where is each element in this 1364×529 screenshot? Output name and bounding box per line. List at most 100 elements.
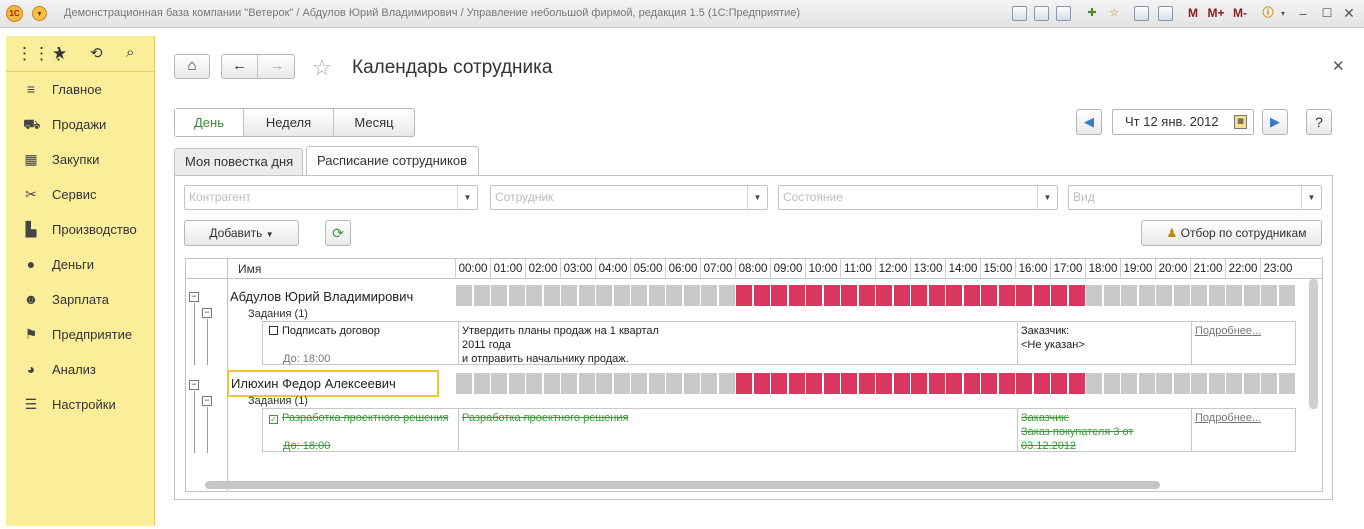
time-slot[interactable]	[771, 285, 787, 306]
time-slot[interactable]	[491, 373, 507, 394]
chevron-down-icon[interactable]: ▼	[1037, 186, 1057, 209]
help-button[interactable]: ?	[1306, 109, 1332, 135]
calculator-icon[interactable]	[1134, 6, 1149, 21]
time-slot[interactable]	[1278, 285, 1295, 306]
time-slot[interactable]	[823, 373, 840, 394]
time-slot[interactable]	[561, 373, 577, 394]
time-slot[interactable]	[806, 285, 822, 306]
sidebar-item-production[interactable]: ▙ Производство	[6, 212, 154, 247]
time-slot[interactable]	[1051, 285, 1067, 306]
time-slot[interactable]	[666, 285, 682, 306]
tab-my-agenda[interactable]: Моя повестка дня	[174, 148, 303, 176]
time-slot[interactable]	[1121, 285, 1137, 306]
time-slot[interactable]	[963, 285, 980, 306]
time-slot[interactable]	[911, 285, 927, 306]
form-close-icon[interactable]: ✕	[1332, 57, 1345, 75]
counterparty-filter[interactable]: Контрагент ▼	[184, 185, 478, 210]
time-slot[interactable]	[893, 285, 910, 306]
task-card-2[interactable]: ✓ Разработка проектного решения До: 18:00…	[262, 408, 1296, 452]
forward-button[interactable]: →	[259, 55, 295, 78]
chevron-down-icon[interactable]: ▼	[747, 186, 767, 209]
chevron-down-icon[interactable]: ▼	[1301, 186, 1321, 209]
time-slot[interactable]	[613, 373, 630, 394]
add-button[interactable]: Добавить ▼	[184, 220, 299, 246]
vertical-scrollbar[interactable]	[1309, 279, 1318, 409]
time-slot[interactable]	[456, 373, 472, 394]
period-day-button[interactable]: День	[175, 109, 244, 136]
favorites-star-icon[interactable]: ★	[52, 44, 67, 64]
sidebar-item-purchases[interactable]: ▦ Закупки	[6, 142, 154, 177]
time-slot[interactable]	[648, 373, 665, 394]
time-slot[interactable]	[1103, 373, 1120, 394]
save-icon[interactable]	[1012, 6, 1027, 21]
time-slot[interactable]	[1191, 285, 1207, 306]
time-slot[interactable]	[1156, 373, 1172, 394]
filter-by-employees-button[interactable]: ♟ Отбор по сотрудникам	[1141, 220, 1322, 246]
time-slot[interactable]	[736, 285, 752, 306]
task-card-1[interactable]: Подписать договор До: 18:00 Утвердить пл…	[262, 321, 1296, 365]
time-slot[interactable]	[508, 285, 525, 306]
period-month-button[interactable]: Месяц	[334, 109, 414, 136]
sidebar-item-analysis[interactable]: ◕ Анализ	[6, 352, 154, 387]
time-slot[interactable]	[596, 373, 612, 394]
employee-name-2[interactable]: Илюхин Федор Алексеевич	[227, 370, 439, 397]
collapse-tasks-1-icon[interactable]: −	[202, 308, 212, 318]
time-slot[interactable]	[666, 373, 682, 394]
time-slot[interactable]	[1121, 373, 1137, 394]
kind-filter[interactable]: Вид ▼	[1068, 185, 1322, 210]
time-slot[interactable]	[1086, 285, 1102, 306]
date-field[interactable]: Чт 12 янв. 2012 ▦	[1112, 109, 1254, 135]
time-slot[interactable]	[788, 285, 805, 306]
time-slot[interactable]	[1086, 373, 1102, 394]
time-slot[interactable]	[841, 285, 857, 306]
sidebar-item-settings[interactable]: ☰ Настройки	[6, 387, 154, 422]
time-slot[interactable]	[998, 373, 1015, 394]
memory-m-button[interactable]: M	[1186, 5, 1200, 22]
time-slot[interactable]	[1261, 373, 1277, 394]
time-slot[interactable]	[1226, 373, 1242, 394]
info-icon[interactable]: ⓘ	[1260, 5, 1276, 22]
time-slot[interactable]	[946, 285, 962, 306]
task-more-link-2[interactable]: Подробнее...	[1195, 412, 1261, 424]
time-slot[interactable]	[701, 285, 717, 306]
time-slot[interactable]	[491, 285, 507, 306]
time-slot[interactable]	[1208, 285, 1225, 306]
search-icon[interactable]: ⌕	[126, 44, 134, 61]
task-checkbox-1[interactable]	[269, 326, 278, 335]
time-slot[interactable]	[753, 373, 770, 394]
calendar-picker-icon[interactable]: ▦	[1234, 115, 1247, 129]
memory-plus-button[interactable]: M+	[1206, 5, 1226, 22]
time-slot[interactable]	[981, 373, 997, 394]
time-slot[interactable]	[561, 285, 577, 306]
sidebar-item-main[interactable]: ≡ Главное	[6, 72, 154, 107]
time-slot[interactable]	[946, 373, 962, 394]
chevron-down-icon[interactable]: ▼	[457, 186, 477, 209]
time-slot[interactable]	[1138, 373, 1155, 394]
time-slot[interactable]	[1016, 285, 1032, 306]
add-favorite-icon[interactable]: ✚	[1084, 5, 1100, 22]
calendar-icon[interactable]	[1158, 6, 1173, 21]
sidebar-item-money[interactable]: ● Деньги	[6, 247, 154, 282]
info-dropdown-icon[interactable]: ▾	[1278, 5, 1288, 22]
refresh-button[interactable]: ⟳	[325, 220, 351, 246]
time-slot[interactable]	[1068, 373, 1085, 394]
window-close-icon[interactable]: ✕	[1342, 5, 1356, 22]
time-slot[interactable]	[876, 285, 892, 306]
time-slot[interactable]	[473, 285, 490, 306]
time-slot[interactable]	[823, 285, 840, 306]
period-week-button[interactable]: Неделя	[244, 109, 334, 136]
time-slot[interactable]	[1191, 373, 1207, 394]
time-slot[interactable]	[578, 373, 595, 394]
time-slot[interactable]	[928, 285, 945, 306]
task-checkbox-2[interactable]: ✓	[269, 415, 278, 424]
time-slot[interactable]	[613, 285, 630, 306]
time-slot[interactable]	[473, 373, 490, 394]
time-slot[interactable]	[508, 373, 525, 394]
next-date-button[interactable]: ▶	[1262, 109, 1288, 135]
time-slot[interactable]	[526, 285, 542, 306]
time-slot[interactable]	[1278, 373, 1295, 394]
sidebar-item-sales[interactable]: ⛟ Продажи	[6, 107, 154, 142]
sidebar-item-enterprise[interactable]: ⚑ Предприятие	[6, 317, 154, 352]
time-slot[interactable]	[753, 285, 770, 306]
prev-date-button[interactable]: ◀	[1076, 109, 1102, 135]
